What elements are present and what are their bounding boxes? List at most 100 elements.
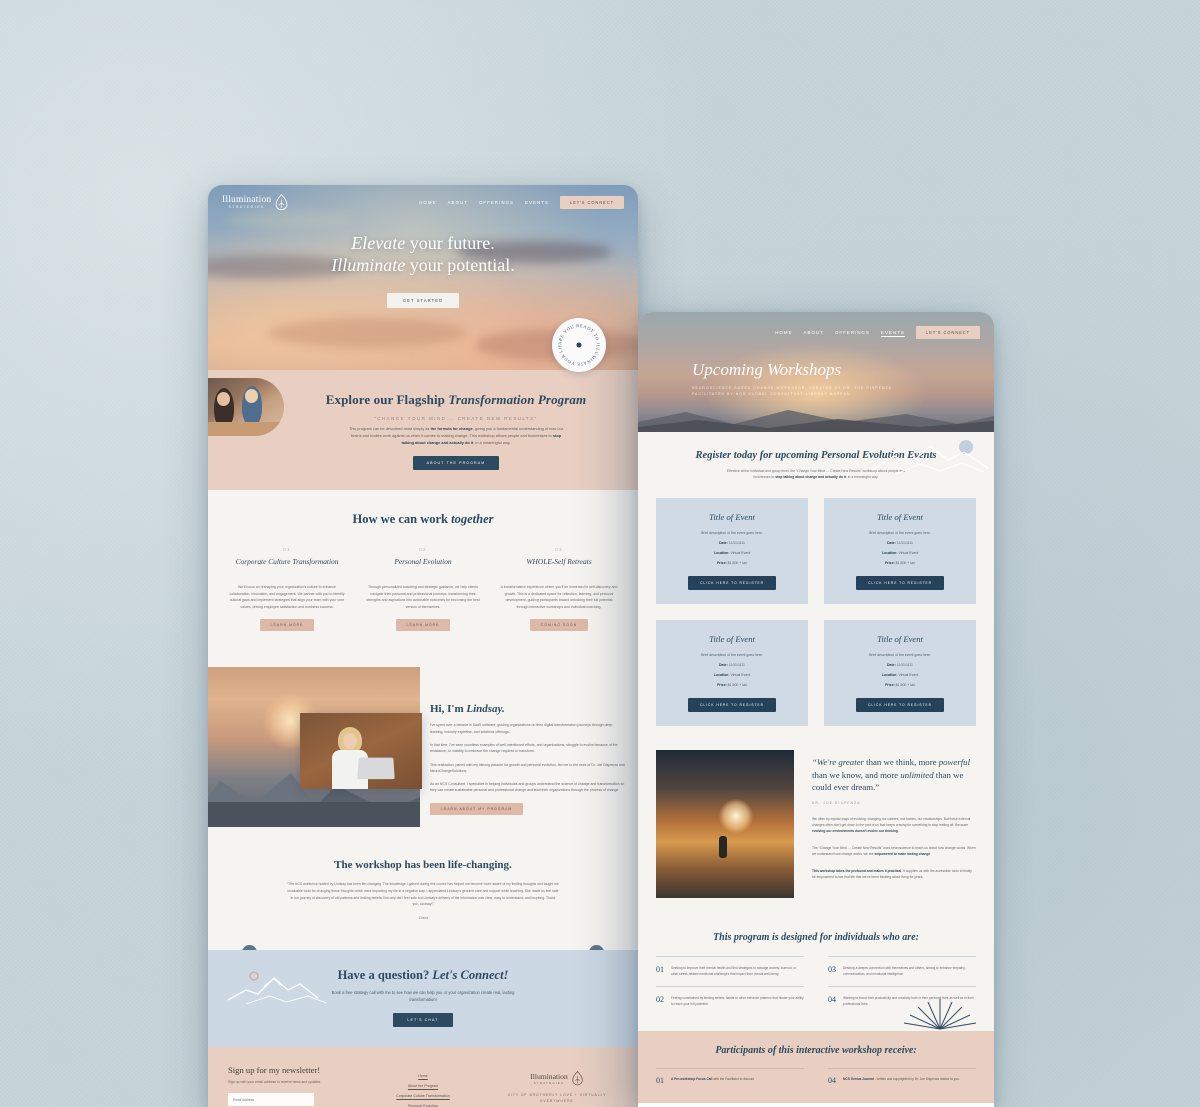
learn-about-my-program-button[interactable]: LEARN ABOUT MY PROGRAM (430, 802, 524, 815)
event-price-label: Price: (716, 561, 727, 566)
event-location-row: Location: Virtual Event (668, 551, 796, 555)
nav-link-home[interactable]: HOME (419, 200, 436, 205)
offering-body: A transformative experience where you'll… (500, 585, 618, 609)
event-card: Title of Event Brief description of the … (656, 498, 808, 605)
event-price-label: Price: (716, 683, 727, 688)
quote-section: “We're greater than we think, more power… (638, 746, 994, 917)
about-heading-em: Lindsay. (466, 703, 505, 716)
event-price-value: $1,500 + tax (895, 683, 916, 688)
quote-em-1: “We're greater (812, 757, 864, 768)
email-field[interactable] (228, 1093, 314, 1107)
quote-content: “We're greater than we think, more power… (812, 750, 976, 898)
events-subtitle-line-2: FACILITATED BY NCS GLOBAL CONSULTANT LIN… (692, 392, 851, 397)
event-price-row: Price: $1,500 + tax (836, 683, 964, 687)
website-mockup-home: Illumination STRATEGIES HOME ABOUT OFFER… (208, 185, 638, 1107)
register-section: Register today for upcoming Personal Evo… (638, 432, 994, 495)
nav-link-about[interactable]: ABOUT (448, 200, 468, 205)
footer-newsletter: Sign up for my newsletter! Sign up with … (228, 1065, 350, 1107)
register-button[interactable]: CLICK HERE TO REGISTER (688, 698, 776, 713)
get-started-button[interactable]: GET STARTED (386, 292, 460, 308)
laptop-icon (357, 757, 395, 780)
nav-link-events[interactable]: EVENTS (881, 330, 905, 335)
hero-headline-rest-2: your potential. (405, 254, 515, 275)
register-button[interactable]: CLICK HERE TO REGISTER (856, 698, 944, 713)
logo[interactable]: Illumination STRATEGIES (222, 194, 289, 211)
testimonial-body: “The NCS workshop hosted by Lindsay has … (287, 882, 559, 907)
quote-em-3: unlimited (900, 769, 934, 780)
events-hero-content: Upcoming Workshops NEUROSCIENCE BASED CH… (692, 360, 892, 397)
cta-section: Have a question? Let's Connect! Book a f… (208, 949, 638, 1048)
cloud-shape (225, 210, 355, 228)
nav-link-about[interactable]: ABOUT (804, 330, 824, 335)
offering-learn-more-button-1[interactable]: LEARN MORE (259, 619, 315, 632)
event-location-label: Location: (881, 673, 898, 678)
about-heading-plain: Hi, I'm (430, 703, 467, 716)
event-date-value: 11/11/1111 (728, 663, 745, 668)
event-price-value: $1,500 + tax (727, 683, 748, 688)
logo-subtitle: STRATEGIES (228, 205, 265, 210)
how-we-work-heading: How we can work together (228, 512, 618, 527)
about-lindsay-section: Hi, I'm Lindsay. I've spent over a decad… (208, 655, 638, 904)
dispenza-quote: “We're greater than we think, more power… (812, 756, 976, 793)
sun-glow (719, 799, 754, 834)
participants-item: 01 A Pre-workshop Focus Call with the Fa… (656, 1067, 804, 1093)
quote-paragraph-3: This workshop takes the profound and mak… (812, 868, 976, 880)
event-description: Brief description of the event goes here… (869, 531, 931, 536)
footer-links: Home About the Program Corporate Culture… (362, 1065, 484, 1107)
footer-link-corporate-culture-transformation[interactable]: Corporate Culture Transformation (362, 1094, 484, 1098)
offering-coming-soon-button[interactable]: COMING SOON (529, 619, 589, 632)
sunburst-line-art-icon (903, 998, 977, 1030)
flagship-kicker: “CHANGE YOUR MIND … CREATE NEW RESULTS” (374, 416, 538, 421)
footer-logo-name: Illumination (530, 1072, 568, 1082)
quote-p2-c: . (930, 852, 932, 857)
logo-name: Illumination (222, 194, 272, 205)
offering-title: WHOLE-Self Retreats (526, 557, 592, 567)
quote-p3-a: This workshop takes the profound and mak… (812, 869, 902, 874)
about-the-program-button[interactable]: ABOUT THE PROGRAM (412, 456, 500, 471)
event-date-value: 11/11/1111 (896, 541, 913, 546)
lets-connect-button[interactable]: LET'S CONNECT (559, 196, 624, 209)
item-number: 04 (828, 995, 836, 1005)
item-number: 03 (828, 965, 836, 975)
register-button[interactable]: CLICK HERE TO REGISTER (688, 576, 776, 591)
flame-leaf-icon (572, 1071, 583, 1086)
event-description: Brief description of the event goes here… (701, 531, 763, 536)
event-price-value: $1,500 + tax (895, 561, 916, 566)
offering-body: Through personalized coaching and strate… (366, 585, 480, 609)
nav-link-home[interactable]: HOME (775, 330, 792, 335)
flagship-section: Explore our Flagship Transformation Prog… (208, 370, 638, 491)
lets-chat-button[interactable]: LET'S CHAT (393, 1013, 453, 1028)
offering-number: 01 (283, 547, 291, 553)
testimonial-author: -Diana (418, 915, 428, 920)
item-number: 02 (656, 995, 664, 1005)
footer-link-about-the-program[interactable]: About the Program (362, 1084, 484, 1088)
quote-p1-a: We often try myriad ways of evolving: ch… (812, 816, 971, 827)
quote-rest-1: than we think, more (863, 757, 937, 768)
footer-logo[interactable]: Illumination STRATEGIES (496, 1071, 618, 1086)
footer-location: CITY OF BROTHERLY LOVE + VIRTUALLY EVERY… (507, 1093, 607, 1103)
register-button[interactable]: CLICK HERE TO REGISTER (856, 576, 944, 591)
nav-link-offerings[interactable]: OFFERINGS (479, 200, 514, 205)
event-location-label: Location: (881, 551, 898, 556)
event-card: Title of Event Brief description of the … (824, 498, 976, 605)
designed-for-section: This program is designed for individuals… (638, 916, 994, 1031)
about-lindsay-heading: Hi, I'm Lindsay. (430, 703, 626, 715)
hero-headline: Elevate your future. Illuminate your pot… (208, 233, 638, 277)
hero-mountain-silhouette (638, 410, 994, 432)
flagship-body-b: the formula for change (430, 426, 473, 431)
how-we-work-heading-em: together (451, 512, 494, 527)
offering-learn-more-button-2[interactable]: LEARN MORE (395, 619, 451, 632)
nav-link-events[interactable]: EVENTS (525, 200, 549, 205)
event-price-label: Price: (884, 683, 895, 688)
newsletter-heading: Sign up for my newsletter! (228, 1065, 321, 1076)
nav-link-offerings[interactable]: OFFERINGS (835, 330, 870, 335)
event-title: Title of Event (877, 512, 923, 523)
event-location-value: Virtual Event (730, 673, 751, 678)
flame-leaf-icon (276, 194, 288, 211)
lets-connect-button[interactable]: LET'S CONNECT (915, 326, 980, 339)
footer-link-home[interactable]: Home (362, 1074, 484, 1078)
mountain-sun-line-art-icon (871, 440, 989, 475)
about-paragraph-1: I've spent over a decade in SaaS softwar… (430, 723, 613, 734)
quote-p2-b: empowered to make lasting change (874, 852, 931, 857)
circular-badge[interactable]: ARE YOU READY TO ILLUMINATE YOUR LIFE? · (552, 318, 606, 372)
